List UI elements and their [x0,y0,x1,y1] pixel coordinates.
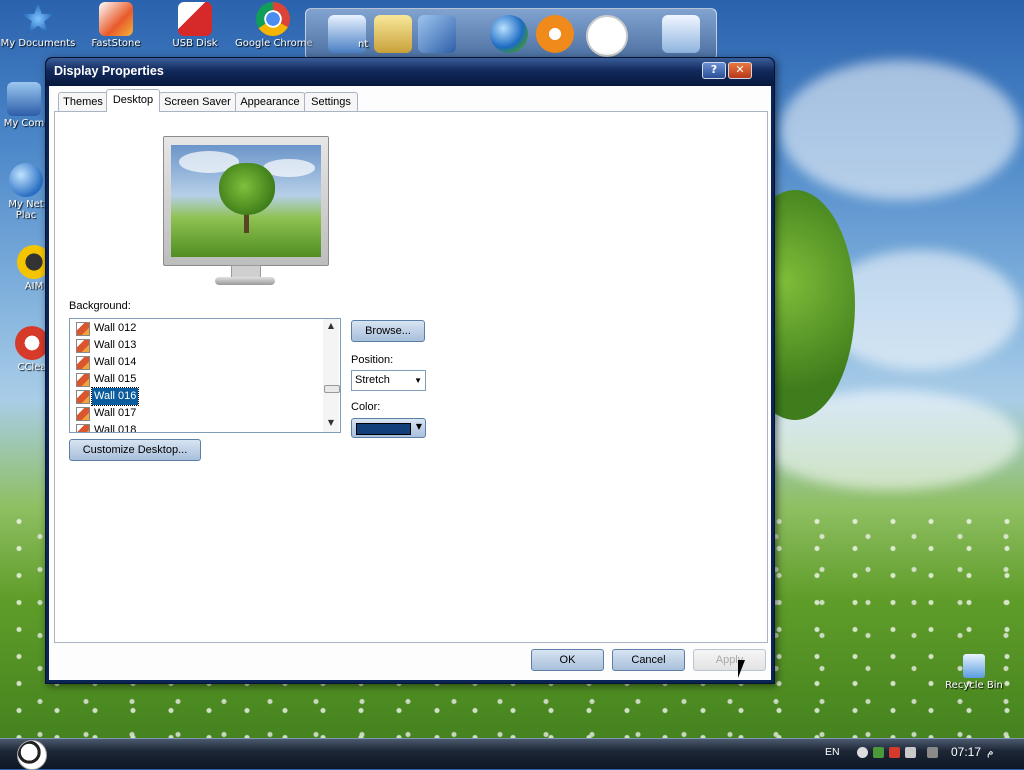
scroll-up-arrow-icon[interactable]: ▲ [326,321,336,330]
chevron-down-icon: ▼ [415,422,422,431]
display-properties-window: Display Properties ? ✕ Themes Desktop Sc… [45,57,775,684]
window-title: Display Properties [54,64,164,78]
image-file-icon [76,339,90,353]
faststone-icon [99,2,133,36]
mouse-cursor-icon [738,660,745,678]
media-player-dock-icon[interactable] [536,15,574,53]
background-listbox[interactable]: Wall 012 Wall 013 Wall 014 Wall 015 Wall… [69,318,341,433]
browse-button[interactable]: Browse... [351,320,425,342]
color-label: Color: [351,401,381,413]
image-file-icon [76,322,90,336]
computer-icon [7,82,41,116]
image-file-icon [76,407,90,421]
desktop-icon-my-documents[interactable]: My Documents [0,2,76,49]
clock-suffix: م [987,746,994,758]
monitor-base [215,277,275,285]
desktop-icon-usb-disk[interactable]: USB Disk [157,2,233,49]
wallpaper-preview [171,145,321,257]
ok-button[interactable]: OK [531,649,604,671]
title-bar[interactable]: Display Properties ? ✕ [46,58,774,86]
tab-themes[interactable]: Themes [58,92,108,111]
recycle-bin-dock-icon[interactable] [662,15,700,53]
chevron-down-icon: ▼ [414,376,422,385]
battery-icon[interactable] [927,747,938,758]
usb-disk-icon [178,2,212,36]
heart-tree-image [219,163,275,215]
position-label: Position: [351,354,394,366]
clock[interactable]: 07:17 [951,745,981,759]
customize-desktop-button[interactable]: Customize Desktop... [69,439,201,461]
image-file-icon [76,390,90,404]
volume-icon[interactable] [905,747,916,758]
help-button[interactable]: ? [702,62,726,79]
internet-dock-icon[interactable] [490,15,528,53]
desktop-tab-panel: Background: Wall 012 Wall 013 Wall 014 W… [54,111,768,643]
background-label: Background: [69,300,131,312]
messenger-icon[interactable] [857,747,868,758]
folder-dock-icon[interactable] [374,15,412,53]
recycle-bin-icon [963,654,985,678]
settings-dock-icon[interactable] [418,15,456,53]
taskbar: EN 07:17 م [0,738,1024,770]
ccleaner-icon [15,326,49,360]
cancel-button[interactable]: Cancel [612,649,685,671]
position-dropdown[interactable]: Stretch ▼ [351,370,426,391]
color-swatch [356,423,411,435]
wallpaper-preview-monitor [163,136,329,266]
scrollbar-thumb[interactable] [324,385,340,393]
image-file-icon [76,373,90,387]
top-dock: nt [305,8,717,60]
tab-settings[interactable]: Settings [304,92,358,111]
scroll-down-arrow-icon[interactable]: ▼ [326,418,336,427]
desktop-icon-faststone[interactable]: FastStone [78,2,154,49]
system-tray: EN 07:17 م [819,741,1024,767]
image-file-icon [76,424,90,432]
apply-button[interactable]: Apply [693,649,766,671]
start-button[interactable] [17,740,47,770]
tab-appearance[interactable]: Appearance [235,92,305,111]
dock-label-fragment: nt [358,39,369,50]
clock-dock-icon[interactable] [586,15,628,57]
dialog-client-area: Themes Desktop Screen Saver Appearance S… [49,86,771,680]
desktop-icon-recycle-bin[interactable]: Recycle Bin [936,654,1012,691]
tab-desktop[interactable]: Desktop [106,89,160,112]
security-icon[interactable] [889,747,900,758]
desktop-icon-google-chrome[interactable]: Google Chrome [235,2,313,49]
image-file-icon [76,356,90,370]
network-icon[interactable] [873,747,884,758]
chrome-icon [256,2,290,36]
language-indicator[interactable]: EN [825,746,840,758]
globe-icon [9,163,43,197]
tab-screen-saver[interactable]: Screen Saver [159,92,236,111]
close-button[interactable]: ✕ [728,62,752,79]
listbox-scrollbar[interactable]: ▲ ▼ [323,319,340,432]
star-icon [21,2,55,33]
color-picker-button[interactable]: ▼ [351,418,426,438]
